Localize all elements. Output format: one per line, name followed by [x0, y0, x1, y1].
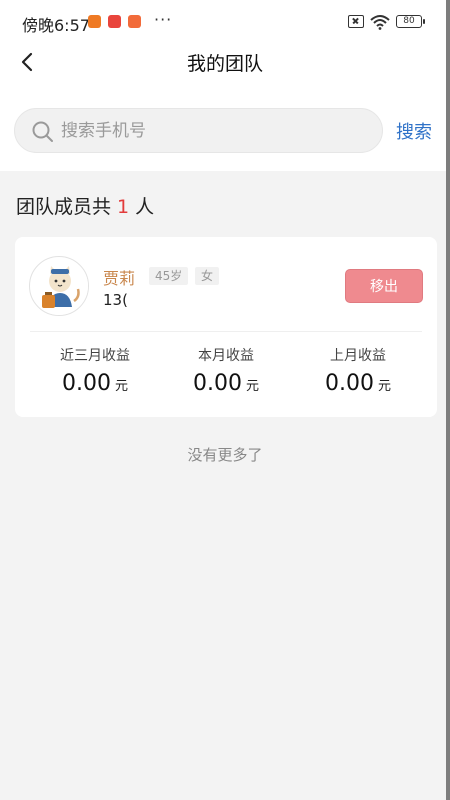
stat-three-month-earnings: 近三月收益 0.00 元: [30, 345, 160, 396]
stat-value-row: 0.00 元: [30, 371, 160, 396]
gender-tag: 女: [195, 267, 220, 285]
team-summary-suffix: 人: [135, 196, 155, 218]
search-button[interactable]: 搜索: [396, 118, 432, 144]
scrollbar: [446, 0, 450, 800]
age-tag: 45岁: [149, 267, 189, 285]
stat-value-row: 0.00 元: [293, 371, 423, 396]
divider: [30, 331, 422, 332]
team-summary-prefix: 团队成员共: [16, 196, 112, 218]
stat-unit: 元: [377, 379, 391, 394]
stat-value: 0.00: [62, 371, 111, 396]
member-name: 贾莉: [103, 269, 136, 288]
stat-unit: 元: [245, 379, 259, 394]
stat-last-month-earnings: 上月收益 0.00 元: [293, 345, 423, 396]
search-input[interactable]: [61, 109, 361, 152]
stat-this-month-earnings: 本月收益 0.00 元: [161, 345, 291, 396]
stat-value-row: 0.00 元: [161, 371, 291, 396]
team-member-count: 团队成员共 1 人: [16, 192, 154, 219]
battery-icon: 80: [396, 15, 425, 28]
stat-label: 上月收益: [330, 348, 386, 364]
remove-member-button[interactable]: 移出: [345, 269, 423, 303]
member-card[interactable]: 贾莉 45岁 女 13( 移出 近三月收益 0.00 元 本月收益 0.00 元 上…: [15, 237, 437, 417]
stat-label: 近三月收益: [60, 348, 130, 364]
team-count: 1: [117, 196, 130, 218]
stat-value: 0.00: [325, 371, 374, 396]
avatar: [29, 256, 89, 316]
mi-app-icon: [88, 15, 101, 28]
stat-value: 0.00: [193, 371, 242, 396]
message-app-icon: [108, 15, 121, 28]
status-bar: 傍晚6:57 ··· 80: [0, 0, 450, 44]
no-more-text: 没有更多了: [187, 446, 263, 464]
member-phone: 13(: [103, 291, 128, 309]
wifi-icon: [370, 15, 390, 30]
stat-unit: 元: [114, 379, 128, 394]
status-time: 傍晚6:57: [22, 16, 90, 35]
sim-off-icon: [348, 15, 364, 28]
search-icon: [32, 121, 53, 142]
more-notifications-icon: ···: [154, 10, 173, 29]
search-bar[interactable]: [14, 108, 383, 153]
page-title: 我的团队: [186, 53, 263, 75]
cat-avatar-icon: [31, 258, 88, 315]
clipboard-app-icon: [128, 15, 141, 28]
stat-label: 本月收益: [198, 348, 254, 364]
